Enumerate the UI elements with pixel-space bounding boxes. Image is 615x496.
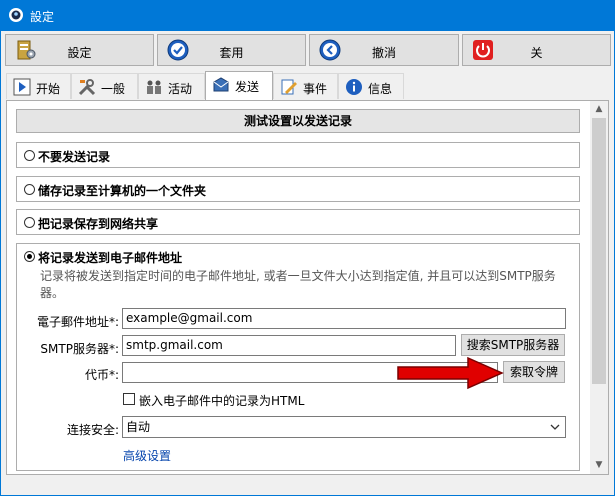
smtp-field[interactable]: smtp.gmail.com: [122, 335, 456, 356]
scroll-thumb[interactable]: [592, 118, 606, 384]
undo-button[interactable]: 撤消: [309, 34, 459, 66]
security-select[interactable]: 自动: [122, 416, 566, 438]
apply-button[interactable]: 套用: [157, 34, 306, 66]
option-label: 将记录发送到电子邮件地址: [38, 251, 183, 265]
radio-button[interactable]: [24, 184, 35, 195]
option-label: 把记录保存到网络共享: [38, 217, 159, 231]
option-label: 储存记录至计算机的一个文件夹: [38, 184, 207, 198]
tab-label: 活动: [168, 82, 193, 96]
tab-label: 一般: [101, 82, 126, 96]
scroll-up-icon[interactable]: ▲: [590, 101, 608, 118]
chevron-down-icon: [550, 424, 560, 430]
email-description: 记录将被发送到指定时间的电子邮件地址, 或者一旦文件大小达到指定值, 并且可以达…: [40, 269, 556, 300]
email-label: 電子郵件地址*:: [36, 315, 119, 329]
radio-button-selected[interactable]: [24, 251, 35, 262]
tab-info[interactable]: 信息: [338, 73, 404, 99]
window-title: 設定: [30, 10, 55, 24]
scroll-down-icon[interactable]: ▼: [590, 457, 608, 474]
undo-label: 撤消: [371, 46, 396, 60]
tab-general[interactable]: 一般: [71, 73, 138, 99]
radio-button[interactable]: [24, 150, 35, 161]
smtp-label: SMTP服务器*:: [40, 342, 119, 356]
tab-label: 发送: [235, 80, 260, 94]
embed-html-checkbox[interactable]: [123, 393, 135, 405]
tab-activity[interactable]: 活动: [138, 73, 205, 99]
tools-icon: [78, 79, 96, 96]
close-button[interactable]: 关: [462, 34, 611, 66]
security-label: 连接安全:: [66, 423, 119, 437]
window-border-left: [0, 31, 1, 496]
tab-label: 事件: [303, 82, 328, 96]
option-save-folder[interactable]: 储存记录至计算机的一个文件夹: [16, 176, 580, 202]
option-no-send[interactable]: 不要发送记录: [16, 142, 580, 168]
play-icon: [13, 78, 31, 96]
tab-events[interactable]: 事件: [273, 73, 338, 99]
tab-label: 信息: [368, 82, 393, 96]
vertical-scrollbar[interactable]: ▲ ▼: [590, 101, 608, 474]
settings-button[interactable]: 設定: [5, 34, 154, 66]
advanced-settings-link[interactable]: 高级设置: [123, 447, 171, 464]
option-network-share[interactable]: 把记录保存到网络共享: [16, 209, 580, 235]
apply-label: 套用: [219, 46, 244, 60]
tab-label: 开始: [36, 82, 61, 96]
tab-send[interactable]: 发送: [205, 71, 273, 100]
people-icon: [147, 80, 161, 94]
close-label: 关: [530, 46, 543, 60]
embed-html-label: 嵌入电子邮件中的记录为HTML: [139, 394, 305, 408]
email-field[interactable]: example@gmail.com: [122, 308, 566, 329]
option-label: 不要发送记录: [38, 150, 111, 164]
section-header: 测试设置以发送记录: [16, 109, 580, 133]
edit-icon: [281, 79, 297, 95]
security-value: 自动: [126, 420, 151, 434]
red-arrow-icon: [397, 356, 504, 390]
info-icon: [346, 79, 362, 95]
mail-icon: [213, 77, 229, 92]
app-icon: [9, 8, 23, 22]
radio-button[interactable]: [24, 217, 35, 228]
token-label: 代币*:: [84, 368, 119, 382]
tab-start[interactable]: 开始: [6, 73, 71, 99]
search-smtp-button[interactable]: 搜索SMTP服务器: [461, 334, 565, 356]
title-bar: 設定: [0, 0, 615, 31]
request-token-button[interactable]: 索取令牌: [503, 361, 565, 383]
settings-label: 設定: [67, 46, 92, 60]
